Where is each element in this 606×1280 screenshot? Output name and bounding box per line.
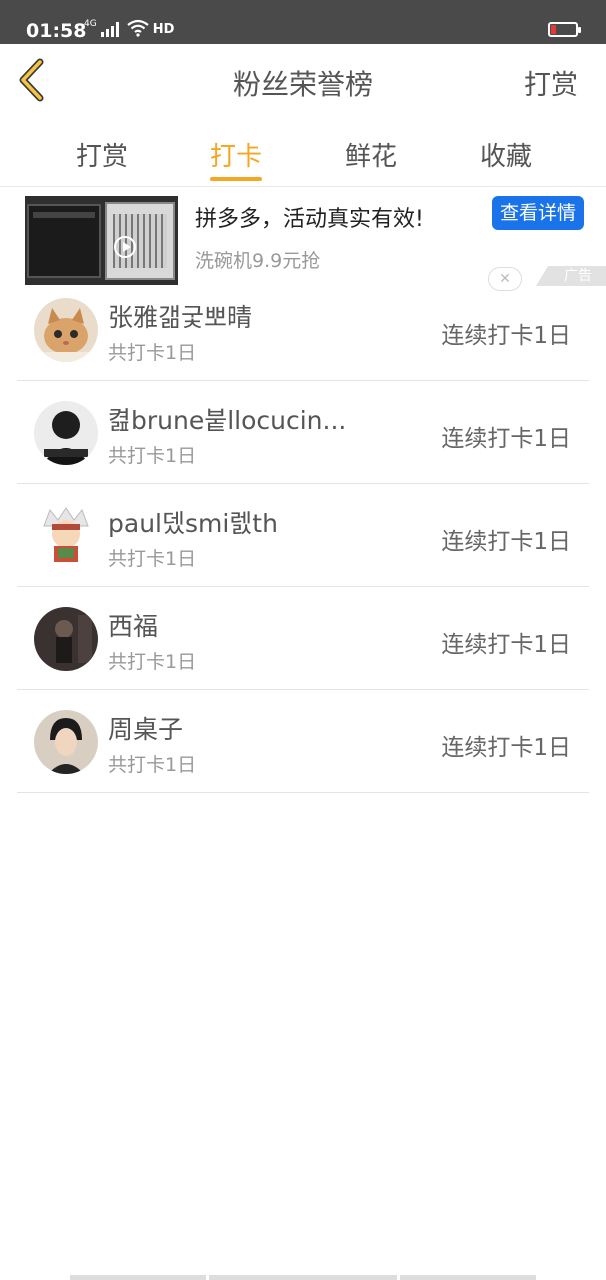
page-title: 粉丝荣誉榜 [232,68,373,101]
avatar[interactable] [34,298,98,362]
checkin-list: 张雅갦궃뽀晴 共打卡1日 连续打卡1日 켪brune붙llocucin... 共… [17,278,589,793]
total-checkins: 共打卡1日 [108,445,197,467]
total-checkins: 共打卡1日 [108,754,197,776]
tab-bar: 打赏 打卡 鲜花 收藏 [0,116,606,187]
tab-favorites[interactable]: 收藏 [480,136,532,173]
tab-checkin[interactable]: 打卡 [210,136,262,173]
signal-icon [100,21,119,37]
hd-icon: HD [152,22,175,37]
user-name: paul뎄smi렔th [108,509,278,538]
streak-checkins: 连续打卡1日 [441,426,571,452]
tab-reward[interactable]: 打赏 [76,136,128,173]
wifi-icon [127,19,149,37]
avatar[interactable] [34,401,98,465]
avatar[interactable] [34,710,98,774]
list-item[interactable]: paul뎄smi렔th 共打卡1日 连续打卡1日 [17,484,589,587]
dark-person-avatar-icon [34,607,98,671]
person-portrait-avatar-icon [34,710,98,774]
avatar[interactable] [34,607,98,671]
dark-portrait-avatar-icon [34,401,98,465]
streak-checkins: 连续打卡1日 [441,323,571,349]
ad-subtitle: 洗碗机9.9元抢 [195,250,321,272]
list-item[interactable]: 周桌子 共打卡1日 连续打卡1日 [17,690,589,793]
user-name: 周桌子 [108,715,184,744]
avatar[interactable] [34,504,98,568]
active-tab-indicator [210,177,262,181]
streak-checkins: 连续打卡1日 [441,632,571,658]
status-bar: 01:58 4G HD [0,0,606,44]
total-checkins: 共打卡1日 [108,651,197,673]
streak-checkins: 连续打卡1日 [441,529,571,555]
list-item[interactable]: 西福 共打卡1日 连续打卡1日 [17,587,589,690]
total-checkins: 共打卡1日 [108,548,197,570]
kitten-avatar-icon [34,298,98,362]
nav-bar: 粉丝荣誉榜 打赏 [0,44,606,117]
battery-icon [548,22,581,37]
ad-banner[interactable]: 拼多多，活动真实有效! 洗碗机9.9元抢 查看详情 ✕ 广告 [0,187,606,291]
navigation-gesture-bar[interactable] [70,1275,536,1280]
list-item[interactable]: 张雅갦궃뽀晴 共打卡1日 连续打卡1日 [17,278,589,381]
network-type: 4G [84,19,97,29]
tab-flowers[interactable]: 鲜花 [345,136,397,173]
total-checkins: 共打卡1日 [108,342,197,364]
ad-title[interactable]: 拼多多，活动真实有效! [195,201,424,233]
ad-thumbnail[interactable] [25,196,178,285]
streak-checkins: 连续打卡1日 [441,735,571,761]
play-icon[interactable] [114,236,136,258]
cartoon-ninja-avatar-icon [34,504,98,568]
status-time: 01:58 [26,20,87,42]
reward-button[interactable]: 打赏 [524,63,578,102]
oven-image [27,204,101,278]
ad-details-button[interactable]: 查看详情 [491,196,584,230]
list-item[interactable]: 켪brune붙llocucin... 共打卡1日 连续打卡1日 [17,381,589,484]
user-name: 西福 [108,612,159,641]
user-name: 张雅갦궃뽀晴 [108,303,253,332]
user-name: 켪brune붙llocucin... [108,406,347,435]
status-icons: 4G HD [84,19,174,37]
